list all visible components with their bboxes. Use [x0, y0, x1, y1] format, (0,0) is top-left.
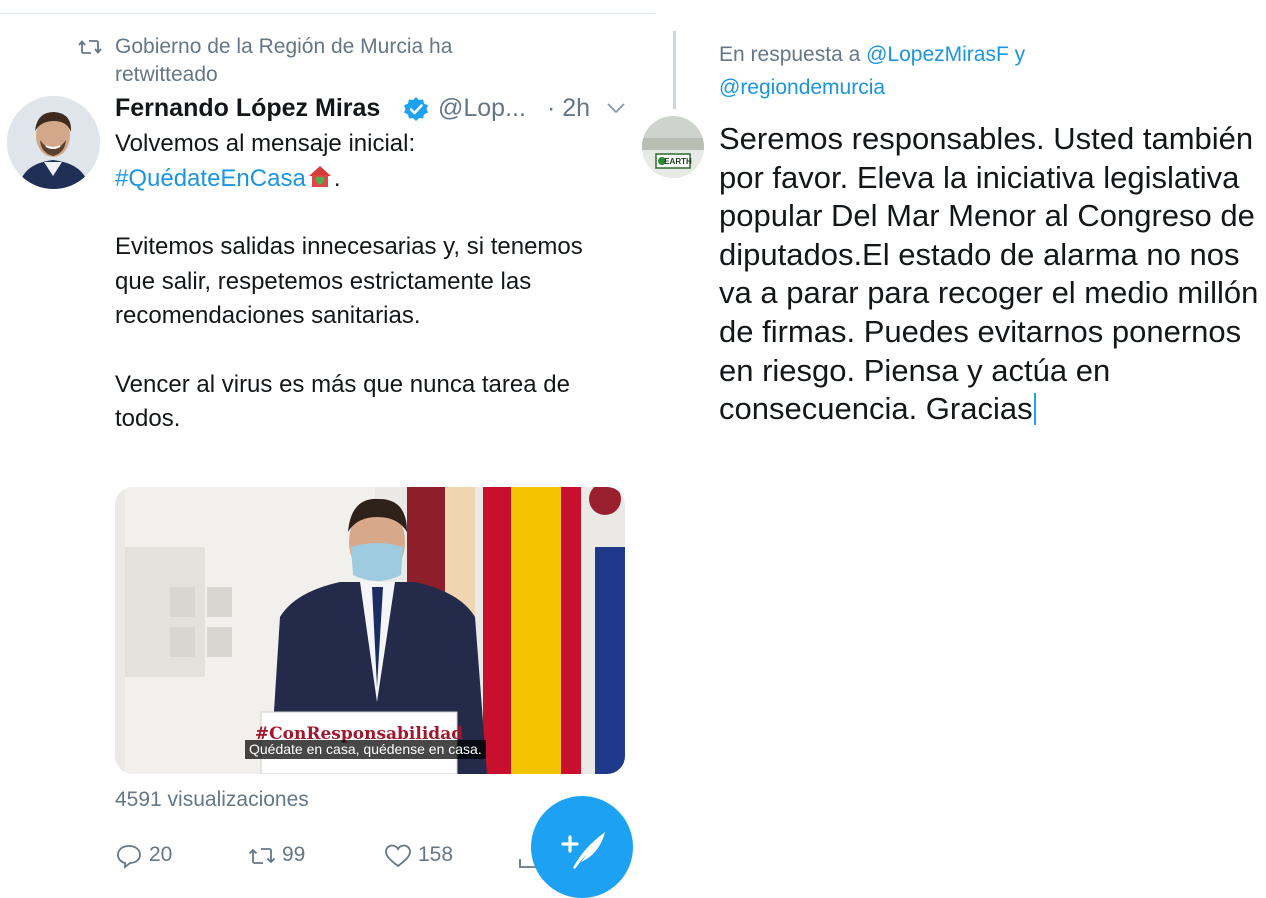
- reply-composer-text[interactable]: Seremos responsables. Usted también por …: [719, 120, 1259, 429]
- retweet-label: Gobierno de la Región de Murcia ha retwi…: [115, 35, 453, 86]
- text-cursor: [1033, 393, 1036, 426]
- reply-prefix: En respuesta a: [719, 43, 861, 66]
- tweet-text: Volvemos al mensaje inicial: #QuédateEnC…: [115, 127, 615, 437]
- hashtag-suffix: .: [333, 164, 341, 192]
- hashtag-link[interactable]: #QuédateEnCasa: [115, 165, 306, 192]
- video-caption: Quédate en casa, quédense en casa.: [245, 740, 486, 759]
- compose-tweet-button[interactable]: [531, 796, 633, 898]
- tweet-actions: 20 99 158: [115, 840, 555, 872]
- divider: [0, 13, 655, 14]
- tweet-header: Fernando López Miras @Lop... · 2h: [115, 91, 635, 125]
- reply-count: 20: [149, 843, 173, 866]
- view-count: 4591 visualizaciones: [115, 788, 309, 811]
- mention-joiner: y: [1014, 43, 1026, 66]
- mention-lopezmirasf[interactable]: @LopezMirasF: [866, 43, 1009, 66]
- heart-icon: [385, 844, 411, 868]
- video-frame: #ConResponsabilidad: [115, 487, 625, 774]
- reply-icon: [117, 845, 141, 869]
- tweet-hashtag-line: #QuédateEnCasa .: [115, 162, 615, 197]
- author-handle[interactable]: @Lop...: [438, 91, 526, 125]
- retweet-icon: [78, 40, 102, 54]
- retweet-action-icon: [248, 848, 276, 864]
- author-name[interactable]: Fernando López Miras: [115, 91, 380, 125]
- author-avatar[interactable]: [7, 96, 100, 189]
- mention-regiondemurcia[interactable]: @regiondemurcia: [719, 76, 885, 99]
- tweet-paragraph-2: Evitemos salidas innecesarias y, si tene…: [115, 233, 583, 329]
- reply-body: Seremos responsables. Usted también por …: [719, 121, 1259, 427]
- like-count: 158: [418, 843, 454, 866]
- chevron-down-icon[interactable]: [605, 97, 627, 119]
- verified-badge-icon: [404, 97, 428, 121]
- tweet-time[interactable]: · 2h: [547, 91, 590, 125]
- tweet-panel: Gobierno de la Región de Murcia ha retwi…: [0, 0, 655, 898]
- reply-context: En respuesta a @LopezMirasF y @regiondem…: [719, 38, 1239, 104]
- compose-tweet-icon: [561, 832, 605, 869]
- retweet-count: 99: [282, 843, 306, 866]
- replier-avatar[interactable]: EARTH: [642, 116, 704, 178]
- house-emoji-icon: [308, 165, 331, 187]
- thread-connector: [673, 31, 676, 109]
- tweet-paragraph-3: Vencer al virus es más que nunca tarea d…: [115, 370, 570, 433]
- avatar-logo-text: EARTH: [664, 157, 692, 166]
- tweet-video[interactable]: #ConResponsabilidad Quédate en casa, qué…: [115, 487, 625, 774]
- tweet-line-1: Volvemos al mensaje inicial:: [115, 130, 416, 157]
- avatar-photo: [7, 96, 100, 189]
- avatar-photo: EARTH: [642, 116, 704, 178]
